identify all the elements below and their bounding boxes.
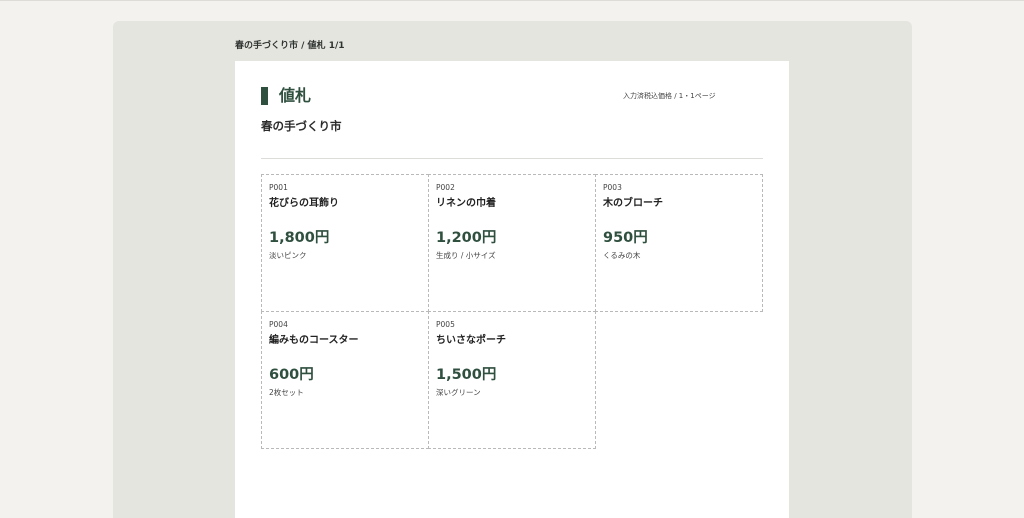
item-price: 600円	[269, 367, 314, 383]
item-name: ちいさなポーチ	[436, 335, 506, 346]
page-meta: 入力済税込価格 / 1・1ページ	[623, 92, 716, 100]
event-name: 春の手づくり市	[261, 119, 342, 133]
price-tag-sheet: 値札 春の手づくり市 入力済税込価格 / 1・1ページ P001 花びらの耳飾り…	[235, 61, 789, 518]
price-tag-card[interactable]: P004 編みものコースター 600円 2枚セット	[261, 311, 429, 449]
item-code: P005	[436, 320, 455, 329]
page-title: 値札	[279, 86, 312, 105]
item-code: P002	[436, 183, 455, 192]
breadcrumb: 春の手づくり市 / 値札 1/1	[235, 41, 345, 51]
item-price: 1,200円	[436, 230, 497, 246]
item-name: 木のブローチ	[603, 198, 663, 209]
item-name: 編みものコースター	[269, 335, 359, 346]
preview-workspace: 春の手づくり市 / 値札 1/1 値札 春の手づくり市 入力済税込価格 / 1・…	[113, 21, 912, 518]
item-code: P004	[269, 320, 288, 329]
price-tag-card[interactable]: P005 ちいさなポーチ 1,500円 深いグリーン	[428, 311, 596, 449]
title-row: 値札	[261, 87, 311, 105]
price-tag-card[interactable]: P001 花びらの耳飾り 1,800円 淡いピンク	[261, 174, 429, 312]
app-window: 春の手づくり市 / 値札 1/1 値札 春の手づくり市 入力済税込価格 / 1・…	[0, 0, 1024, 518]
divider	[261, 158, 763, 159]
item-code: P001	[269, 183, 288, 192]
title-accent-bar	[261, 87, 268, 105]
item-note: 生成り / 小サイズ	[436, 251, 496, 260]
price-tag-card[interactable]: P003 木のブローチ 950円 くるみの木	[595, 174, 763, 312]
item-code: P003	[603, 183, 622, 192]
item-note: 2枚セット	[269, 388, 304, 397]
item-note: 淡いピンク	[269, 251, 307, 260]
item-note: くるみの木	[603, 251, 641, 260]
item-name: リネンの巾着	[436, 198, 496, 209]
item-price: 1,500円	[436, 367, 497, 383]
price-tag-card[interactable]: P002 リネンの巾着 1,200円 生成り / 小サイズ	[428, 174, 596, 312]
item-price: 950円	[603, 230, 648, 246]
item-name: 花びらの耳飾り	[269, 198, 339, 209]
item-price: 1,800円	[269, 230, 330, 246]
item-note: 深いグリーン	[436, 388, 481, 397]
